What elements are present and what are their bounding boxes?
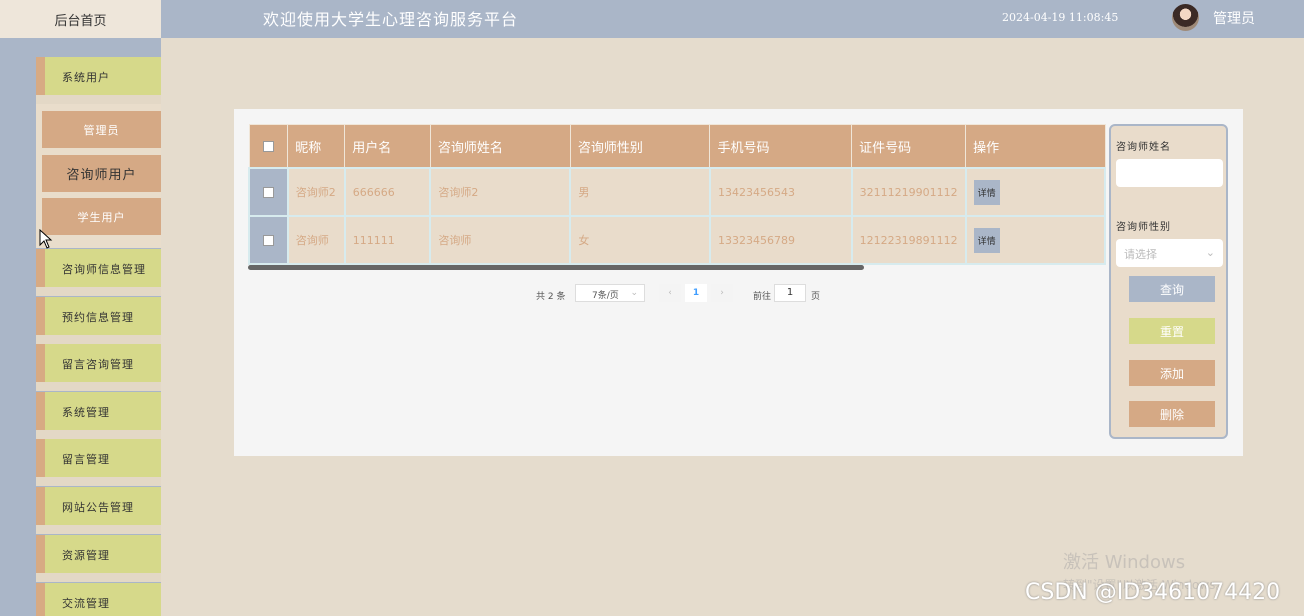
sidebar-item-communication[interactable]: 交流管理 <box>36 583 161 616</box>
cell-counselor-name: 咨询师2 <box>429 167 572 217</box>
sidebar-item-announcements[interactable]: 网站公告管理 <box>36 487 161 534</box>
cell-nickname: 咨询师 <box>286 215 346 265</box>
horizontal-scrollbar[interactable] <box>248 265 864 270</box>
data-table: 昵称 用户名 咨询师姓名 咨询师性别 手机号码 证件号码 操作 咨询师2 666… <box>248 124 1106 265</box>
cell-actions: 详情 <box>964 167 1106 217</box>
detail-button[interactable]: 详情 <box>973 179 1000 205</box>
sidebar-item-system-users[interactable]: 系统用户 <box>36 57 161 104</box>
sidebar-item-label: 预约信息管理 <box>62 311 134 324</box>
home-tab[interactable]: 后台首页 <box>0 0 161 38</box>
column-header: 证件号码 <box>851 124 967 169</box>
mouse-cursor-icon <box>39 229 53 249</box>
page-unit-label: 页 <box>811 292 821 302</box>
prev-page-icon[interactable]: ‹ <box>659 284 681 302</box>
pagination: 共 2 条 7条/页 ⌄ ‹ 1 › 前往 1 页 <box>234 284 1109 304</box>
column-header: 咨询师姓名 <box>429 124 571 169</box>
submenu-item-admin[interactable]: 管理员 <box>42 111 161 148</box>
row-checkbox-cell[interactable] <box>248 167 289 217</box>
delete-button[interactable]: 删除 <box>1129 401 1215 427</box>
row-checkbox-cell[interactable] <box>248 215 289 265</box>
next-page-icon[interactable]: › <box>711 284 733 302</box>
page-size-select[interactable]: 7条/页 ⌄ <box>575 284 645 302</box>
submenu-item-student-users[interactable]: 学生用户 <box>42 198 161 235</box>
page-number-current[interactable]: 1 <box>685 284 707 302</box>
cell-gender: 女 <box>569 215 711 265</box>
column-header: 操作 <box>965 124 1106 169</box>
sidebar-item-appointments[interactable]: 预约信息管理 <box>36 297 161 344</box>
table-row: 咨询师 111111 咨询师 女 13323456789 12122319891… <box>248 215 1106 265</box>
counselor-gender-select[interactable]: 请选择 ⌄ <box>1116 239 1223 267</box>
cell-phone: 13323456789 <box>708 215 853 265</box>
submenu-item-counselor-users[interactable]: 咨询师用户 <box>42 155 161 192</box>
select-all-checkbox-cell[interactable] <box>248 124 289 169</box>
cell-gender: 男 <box>569 167 711 217</box>
sidebar-item-label: 资源管理 <box>62 549 110 562</box>
column-header: 咨询师性别 <box>569 124 711 169</box>
sidebar-item-resources[interactable]: 资源管理 <box>36 535 161 582</box>
sidebar-item-label: 留言管理 <box>62 453 110 466</box>
row-checkbox[interactable] <box>262 187 274 198</box>
chevron-down-icon: ⌄ <box>1205 246 1215 259</box>
avatar[interactable] <box>1172 4 1199 31</box>
sidebar-item-system-management[interactable]: 系统管理 <box>36 392 161 439</box>
sidebar-item-messages[interactable]: 留言管理 <box>36 439 161 486</box>
cell-phone: 13423456543 <box>708 167 853 217</box>
search-panel: 咨询师姓名 咨询师性别 请选择 ⌄ 查询 重置 添加 删除 <box>1109 124 1228 439</box>
sidebar: 系统用户 管理员 咨询师用户 学生用户 咨询师信息管理 预约信息管理 留言咨询管… <box>0 38 161 616</box>
cell-counselor-name: 咨询师 <box>429 215 572 265</box>
row-checkbox[interactable] <box>262 235 274 246</box>
cell-id-number: 12122319891112 <box>850 215 967 265</box>
column-header: 手机号码 <box>709 124 853 169</box>
sidebar-item-label: 交流管理 <box>62 597 110 610</box>
sidebar-submenu: 管理员 咨询师用户 学生用户 <box>36 104 161 248</box>
chevron-down-icon: ⌄ <box>630 288 638 298</box>
csdn-watermark: CSDN @ID3461074420 <box>1025 580 1281 605</box>
site-title: 欢迎使用大学生心理咨询服务平台 <box>263 10 519 29</box>
counselor-name-label: 咨询师姓名 <box>1116 142 1171 153</box>
sidebar-item-message-consult[interactable]: 留言咨询管理 <box>36 344 161 391</box>
cell-id-number: 32111219901112 <box>850 167 967 217</box>
column-header: 昵称 <box>287 124 346 169</box>
page-size-value: 7条/页 <box>592 291 619 301</box>
counselor-name-input[interactable] <box>1116 159 1223 187</box>
table-header-row: 昵称 用户名 咨询师姓名 咨询师性别 手机号码 证件号码 操作 <box>248 124 1106 169</box>
sidebar-item-counselor-info[interactable]: 咨询师信息管理 <box>36 249 161 296</box>
add-button[interactable]: 添加 <box>1129 360 1215 386</box>
gender-select-placeholder: 请选择 <box>1124 248 1157 261</box>
sidebar-item-label: 系统管理 <box>62 406 110 419</box>
cell-username: 666666 <box>343 167 432 217</box>
reset-button[interactable]: 重置 <box>1129 318 1215 344</box>
cell-nickname: 咨询师2 <box>286 167 346 217</box>
select-all-checkbox[interactable] <box>262 140 274 152</box>
column-header: 用户名 <box>344 124 431 169</box>
detail-button[interactable]: 详情 <box>973 227 1000 253</box>
goto-label: 前往 <box>753 292 772 302</box>
data-table-container: 昵称 用户名 咨询师姓名 咨询师性别 手机号码 证件号码 操作 咨询师2 666… <box>248 124 1106 269</box>
sidebar-item-label: 网站公告管理 <box>62 501 134 514</box>
cell-username: 111111 <box>343 215 432 265</box>
goto-page-input[interactable]: 1 <box>774 284 806 302</box>
top-bar: 后台首页 欢迎使用大学生心理咨询服务平台 2024-04-19 11:08:45… <box>0 0 1304 38</box>
query-button[interactable]: 查询 <box>1129 276 1215 302</box>
sidebar-item-label: 留言咨询管理 <box>62 358 134 371</box>
total-count: 共 2 条 <box>536 292 566 302</box>
sidebar-item-label: 咨询师信息管理 <box>62 263 146 276</box>
main-panel: 昵称 用户名 咨询师姓名 咨询师性别 手机号码 证件号码 操作 咨询师2 666… <box>234 109 1243 456</box>
datetime: 2024-04-19 11:08:45 <box>1002 11 1119 24</box>
user-role[interactable]: 管理员 <box>1213 8 1255 28</box>
counselor-gender-label: 咨询师性别 <box>1116 222 1171 233</box>
sidebar-item-label: 系统用户 <box>62 71 110 84</box>
table-row: 咨询师2 666666 咨询师2 男 13423456543 321112199… <box>248 167 1106 217</box>
watermark-line1: 激活 Windows <box>1063 552 1186 573</box>
cell-actions: 详情 <box>964 215 1106 265</box>
